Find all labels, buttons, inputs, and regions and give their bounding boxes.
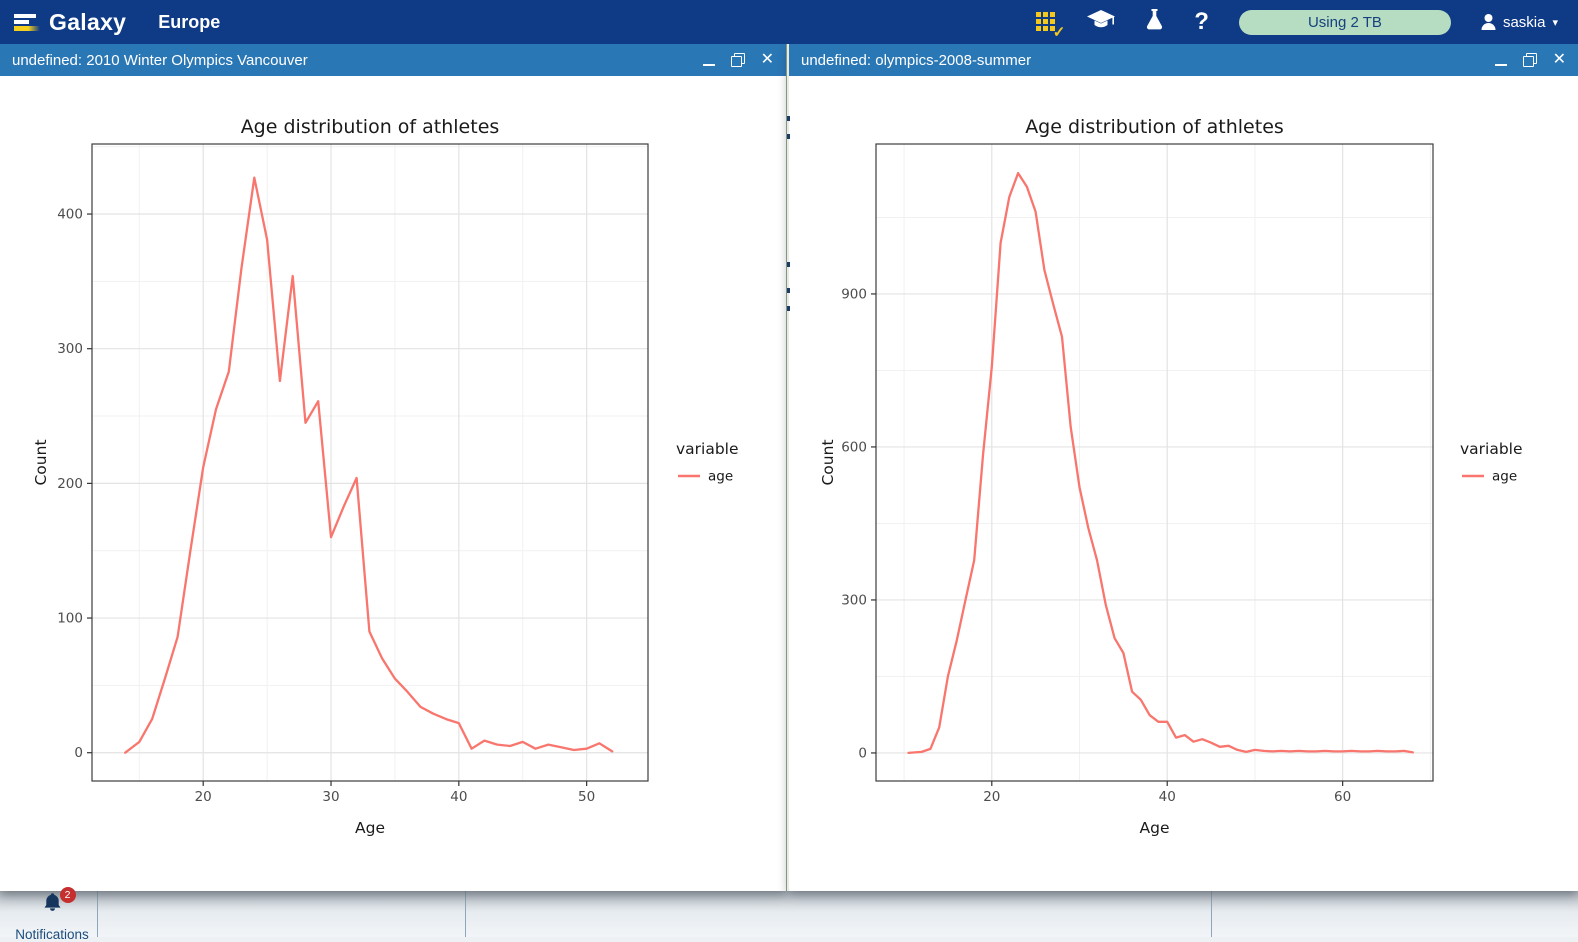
y-tick-label: 200 <box>57 476 83 492</box>
user-name: saskia <box>1502 13 1546 31</box>
background-divider <box>1211 891 1212 937</box>
x-tick-label: 40 <box>1159 789 1176 805</box>
interactive-tools-grid-icon[interactable]: ✓ <box>1036 11 1065 41</box>
window-title: undefined: olympics-2008-summer <box>801 51 1032 69</box>
notification-count-badge: 2 <box>59 887 76 903</box>
user-icon <box>1481 14 1496 30</box>
window-titlebar[interactable]: undefined: 2010 Winter Olympics Vancouve… <box>0 44 786 76</box>
window-content: 20 40 60 0 300 600 900 Age distribution of athl… <box>789 76 1578 891</box>
window-titlebar[interactable]: undefined: olympics-2008-summer ✕ <box>789 44 1578 76</box>
x-tick-label: 60 <box>1334 789 1351 805</box>
x-axis-label: Age <box>1140 819 1170 837</box>
background-gap-fragment <box>786 44 790 891</box>
y-tick-label: 300 <box>57 341 83 357</box>
help-icon[interactable]: ? <box>1194 10 1209 34</box>
training-cap-icon[interactable] <box>1087 9 1116 35</box>
storage-usage-button[interactable]: Using 2 TB <box>1238 9 1451 35</box>
window-title: undefined: 2010 Winter Olympics Vancouve… <box>12 51 308 69</box>
x-tick-label: 20 <box>195 789 212 805</box>
check-icon: ✓ <box>1052 23 1066 41</box>
galaxy-logo-icon[interactable] <box>14 13 40 31</box>
minimize-button[interactable] <box>702 54 715 67</box>
age-distribution-chart-winter-2010: 20 30 40 50 0 100 200 300 400 Age distribution of… <box>32 116 739 837</box>
chart-title: Age distribution of athletes <box>1025 116 1284 138</box>
y-tick-label: 100 <box>57 611 83 627</box>
background-divider <box>465 891 466 937</box>
y-tick-label: 900 <box>841 286 867 302</box>
restore-button[interactable] <box>730 53 745 67</box>
masthead: Galaxy Europe ✓ ? Using 2 TB saskia ▾ <box>0 0 1578 44</box>
y-tick-label: 600 <box>841 439 867 455</box>
minimize-button[interactable] <box>1494 54 1507 67</box>
flask-icon[interactable] <box>1145 8 1164 36</box>
chevron-down-icon: ▾ <box>1552 16 1558 29</box>
user-menu[interactable]: saskia ▾ <box>1481 14 1558 31</box>
window-2010-winter-olympics: undefined: 2010 Winter Olympics Vancouve… <box>0 44 786 891</box>
legend-item-label: age <box>1492 469 1517 485</box>
legend-item-label: age <box>708 469 733 485</box>
window-content: 20 30 40 50 0 100 200 300 400 Age distribution of… <box>0 76 786 891</box>
y-tick-label: 0 <box>74 745 83 761</box>
chart-title: Age distribution of athletes <box>241 116 500 138</box>
x-axis-label: Age <box>355 819 385 837</box>
brand-galaxy[interactable]: Galaxy <box>49 9 126 36</box>
plot-panel <box>876 144 1433 781</box>
age-distribution-chart-summer-2008: 20 40 600300600900Age distribution of athl… <box>819 116 1523 837</box>
desktop-background: undefined: 2010 Winter Olympics Vancouve… <box>0 44 1578 942</box>
legend-title: variable <box>676 440 739 458</box>
x-tick-label: 20 <box>983 789 1000 805</box>
close-button[interactable]: ✕ <box>1553 52 1566 68</box>
restore-button[interactable] <box>1522 53 1537 67</box>
y-axis-label: Count <box>32 439 50 485</box>
brand-europe: Europe <box>158 11 221 32</box>
y-tick-label: 300 <box>841 592 867 608</box>
x-tick-label: 30 <box>322 789 339 805</box>
y-axis-label: Count <box>819 439 837 485</box>
notifications[interactable]: 2 Notifications <box>6 887 98 942</box>
y-tick-label: 0 <box>858 745 867 761</box>
background-strip <box>0 891 1578 937</box>
window-olympics-2008-summer: undefined: olympics-2008-summer ✕ 20 40 60… <box>789 44 1578 891</box>
close-button[interactable]: ✕ <box>761 52 774 68</box>
notifications-label: Notifications <box>15 927 89 942</box>
x-tick-label: 50 <box>578 789 595 805</box>
y-tick-label: 400 <box>57 207 83 223</box>
legend-title: variable <box>1460 440 1523 458</box>
x-tick-label: 40 <box>450 789 467 805</box>
